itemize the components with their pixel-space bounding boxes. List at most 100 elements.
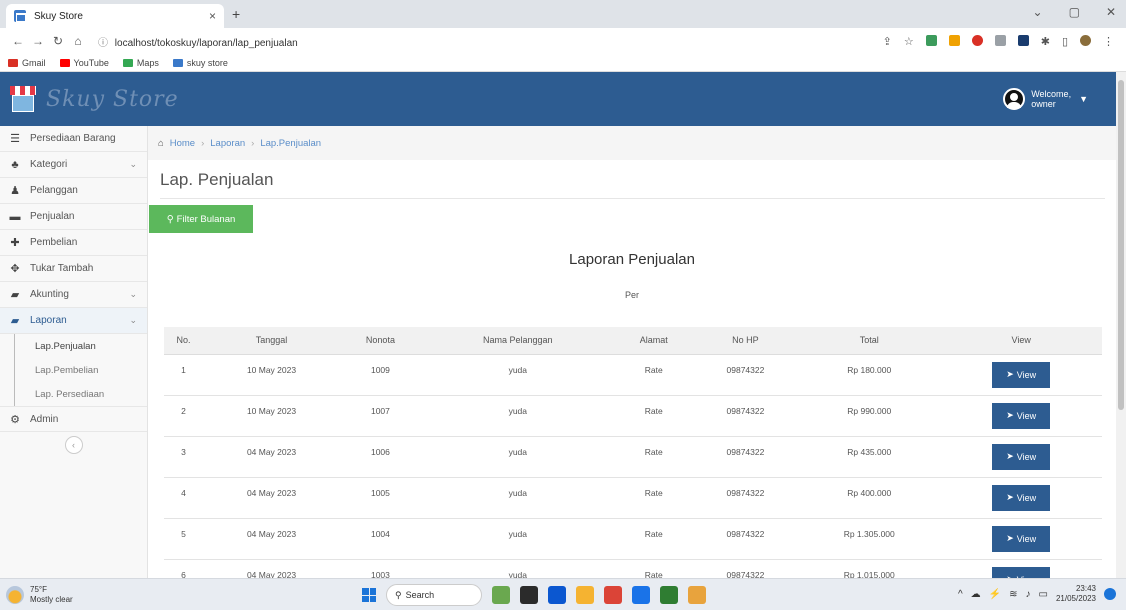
cloud-icon[interactable]: ☁ — [971, 589, 981, 600]
page-scrollbar[interactable] — [1116, 72, 1126, 578]
caret-down-icon[interactable]: ▼ — [1079, 94, 1088, 104]
taskbar-app-icon[interactable] — [604, 586, 622, 604]
sidebar-item-penjualan[interactable]: ▬ Penjualan — [0, 204, 147, 230]
view-button[interactable]: ➤View — [992, 484, 1051, 511]
collapse-sidebar-button[interactable]: ‹ — [64, 436, 83, 454]
forward-icon[interactable]: → — [28, 34, 48, 48]
close-window-icon[interactable]: ✕ — [1106, 5, 1116, 19]
sidebar-subitem-lap-penjualan[interactable]: Lap.Penjualan — [14, 334, 147, 358]
sidebar-item-persediaan-barang[interactable]: ☰ Persediaan Barang — [0, 126, 147, 152]
extension-icon[interactable] — [925, 34, 937, 46]
site-info-icon[interactable]: ⓘ — [98, 38, 108, 49]
table-cell: yuda — [420, 435, 615, 477]
sidebar-item-akunting[interactable]: ▰ Akunting ⌄ — [0, 282, 147, 308]
user-avatar-icon[interactable] — [1003, 88, 1026, 110]
taskbar-app-icon[interactable] — [520, 586, 538, 604]
home-icon[interactable]: ⌂ — [68, 34, 88, 48]
sidebar: ☰ Persediaan Barang ♣ Kategori ⌄ ♟ Pelanggan ▬ P… — [0, 126, 148, 578]
breadcrumb: ⌂ Home › Laporan › Lap.Penjualan — [148, 126, 1116, 160]
sidebar-subitem-lap-pembelian[interactable]: Lap.Pembelian — [14, 358, 147, 382]
restore-icon[interactable]: ▢ — [1069, 5, 1080, 19]
taskbar-app-icon[interactable] — [548, 586, 566, 604]
breadcrumb-current[interactable]: Lap.Penjualan — [260, 138, 321, 149]
taskbar-apps: ⚲ Search — [362, 584, 706, 606]
extensions-puzzle-icon[interactable]: ✱ — [1041, 35, 1050, 48]
table-cell: 4 — [164, 476, 204, 518]
network-icon[interactable]: ⚡ — [989, 589, 1001, 600]
view-button[interactable]: ➤View — [992, 361, 1051, 388]
bookmark-star-icon[interactable]: ☆ — [904, 35, 914, 48]
table-cell: 04 May 2023 — [203, 476, 340, 518]
bookmark-item[interactable]: YouTube — [59, 58, 109, 68]
bookmark-item[interactable]: skuy store — [172, 58, 228, 68]
sidebar-subitem-lap-persediaan[interactable]: Lap. Persediaan — [14, 382, 147, 406]
sidebar-item-tukar-tambah[interactable]: ✥ Tukar Tambah — [0, 256, 147, 282]
taskbar-app-icon[interactable] — [660, 586, 678, 604]
bookmark-item[interactable]: Gmail — [8, 58, 46, 68]
notification-icon[interactable] — [1104, 588, 1116, 600]
sidebar-item-admin[interactable]: ⚙ Admin — [0, 406, 147, 432]
table-cell: 09874322 — [692, 517, 799, 559]
volume-icon[interactable]: ♪ — [1026, 589, 1031, 600]
table-cell: Rate — [614, 394, 693, 436]
sidebar-item-pembelian[interactable]: ✚ Pembelian — [0, 230, 147, 256]
clock[interactable]: 23:43 21/05/2023 — [1056, 584, 1096, 604]
view-button[interactable]: ➤View — [992, 443, 1051, 470]
sidebar-item-label: Kategori — [30, 159, 68, 170]
store-logo-icon[interactable] — [10, 86, 36, 112]
sidebar-item-pelanggan[interactable]: ♟ Pelanggan — [0, 178, 147, 204]
back-icon[interactable]: ← — [8, 34, 28, 48]
breadcrumb-separator: › — [201, 137, 205, 149]
column-header: Tanggal — [203, 327, 340, 355]
menu-kebab-icon[interactable]: ⋮ — [1103, 35, 1114, 48]
tab-search-icon[interactable]: ⌄ — [1033, 5, 1043, 19]
filter-bulanan-button[interactable]: ⚲ Filter Bulanan — [149, 205, 253, 233]
table-row: 2 10 May 2023 1007 yuda Rate 09874322 Rp 990.0… — [164, 394, 1102, 436]
scrollbar-thumb[interactable] — [1118, 80, 1124, 410]
breadcrumb-laporan[interactable]: Laporan — [210, 138, 245, 149]
reload-icon[interactable]: ↻ — [48, 34, 68, 48]
weather-desc: Mostly clear — [30, 594, 73, 604]
table-cell: 10 May 2023 — [203, 353, 340, 395]
extension-icon[interactable] — [971, 34, 983, 46]
taskbar-app-icon[interactable] — [688, 586, 706, 604]
chevron-down-icon: ⌄ — [129, 159, 137, 169]
url-field[interactable]: ⓘ localhost/tokoskuy/laporan/lap_penjual… — [98, 34, 883, 49]
weather-widget[interactable]: 75°F Mostly clear — [0, 585, 200, 605]
share-icon[interactable]: ⇪ — [883, 35, 892, 48]
user-menu[interactable]: Welcome, owner ▼ — [1003, 88, 1088, 110]
wifi-icon[interactable]: ≋ — [1009, 589, 1017, 600]
page-title: Lap. Penjualan — [160, 170, 274, 189]
extension-icon[interactable] — [994, 34, 1006, 46]
table-cell: 1007 — [340, 394, 421, 436]
side-panel-icon[interactable]: ▯ — [1062, 35, 1068, 48]
taskbar-app-icon[interactable] — [492, 586, 510, 604]
taskbar-search[interactable]: ⚲ Search — [386, 584, 482, 606]
view-button[interactable]: ➤View — [992, 402, 1051, 429]
windows-start-icon[interactable] — [362, 588, 376, 602]
sidebar-item-label: Tukar Tambah — [30, 263, 94, 274]
browser-tab[interactable]: Skuy Store × — [6, 4, 224, 28]
table-cell: 09874322 — [692, 353, 799, 395]
breadcrumb-home[interactable]: Home — [170, 138, 195, 149]
bookmark-item[interactable]: Maps — [122, 58, 159, 68]
bookmark-icon — [8, 58, 18, 67]
taskbar-app-icon[interactable] — [576, 586, 594, 604]
new-tab-icon[interactable]: + — [232, 6, 240, 22]
brand-name[interactable]: Skuy Store — [46, 87, 179, 112]
view-button[interactable]: ➤View — [992, 525, 1051, 552]
extension-icon[interactable] — [1017, 34, 1029, 46]
sidebar-item-label: Laporan — [30, 315, 67, 326]
table-header-row: No. Tanggal Nonota Nama Pelanggan Alamat No H… — [164, 327, 1102, 355]
store-favicon-icon — [14, 10, 26, 22]
tab-close-icon[interactable]: × — [209, 9, 216, 23]
sidebar-item-kategori[interactable]: ♣ Kategori ⌄ — [0, 152, 147, 178]
sidebar-item-laporan[interactable]: ▰ Laporan ⌄ — [0, 308, 147, 334]
extension-icon[interactable] — [948, 34, 960, 46]
chevron-up-icon[interactable]: ^ — [958, 589, 963, 600]
home-icon[interactable]: ⌂ — [158, 138, 164, 149]
table-row: 3 04 May 2023 1006 yuda Rate 09874322 Rp 435.0… — [164, 435, 1102, 477]
taskbar-app-icon[interactable] — [632, 586, 650, 604]
profile-avatar[interactable] — [1080, 34, 1091, 46]
battery-icon[interactable]: ▭ — [1039, 589, 1048, 600]
